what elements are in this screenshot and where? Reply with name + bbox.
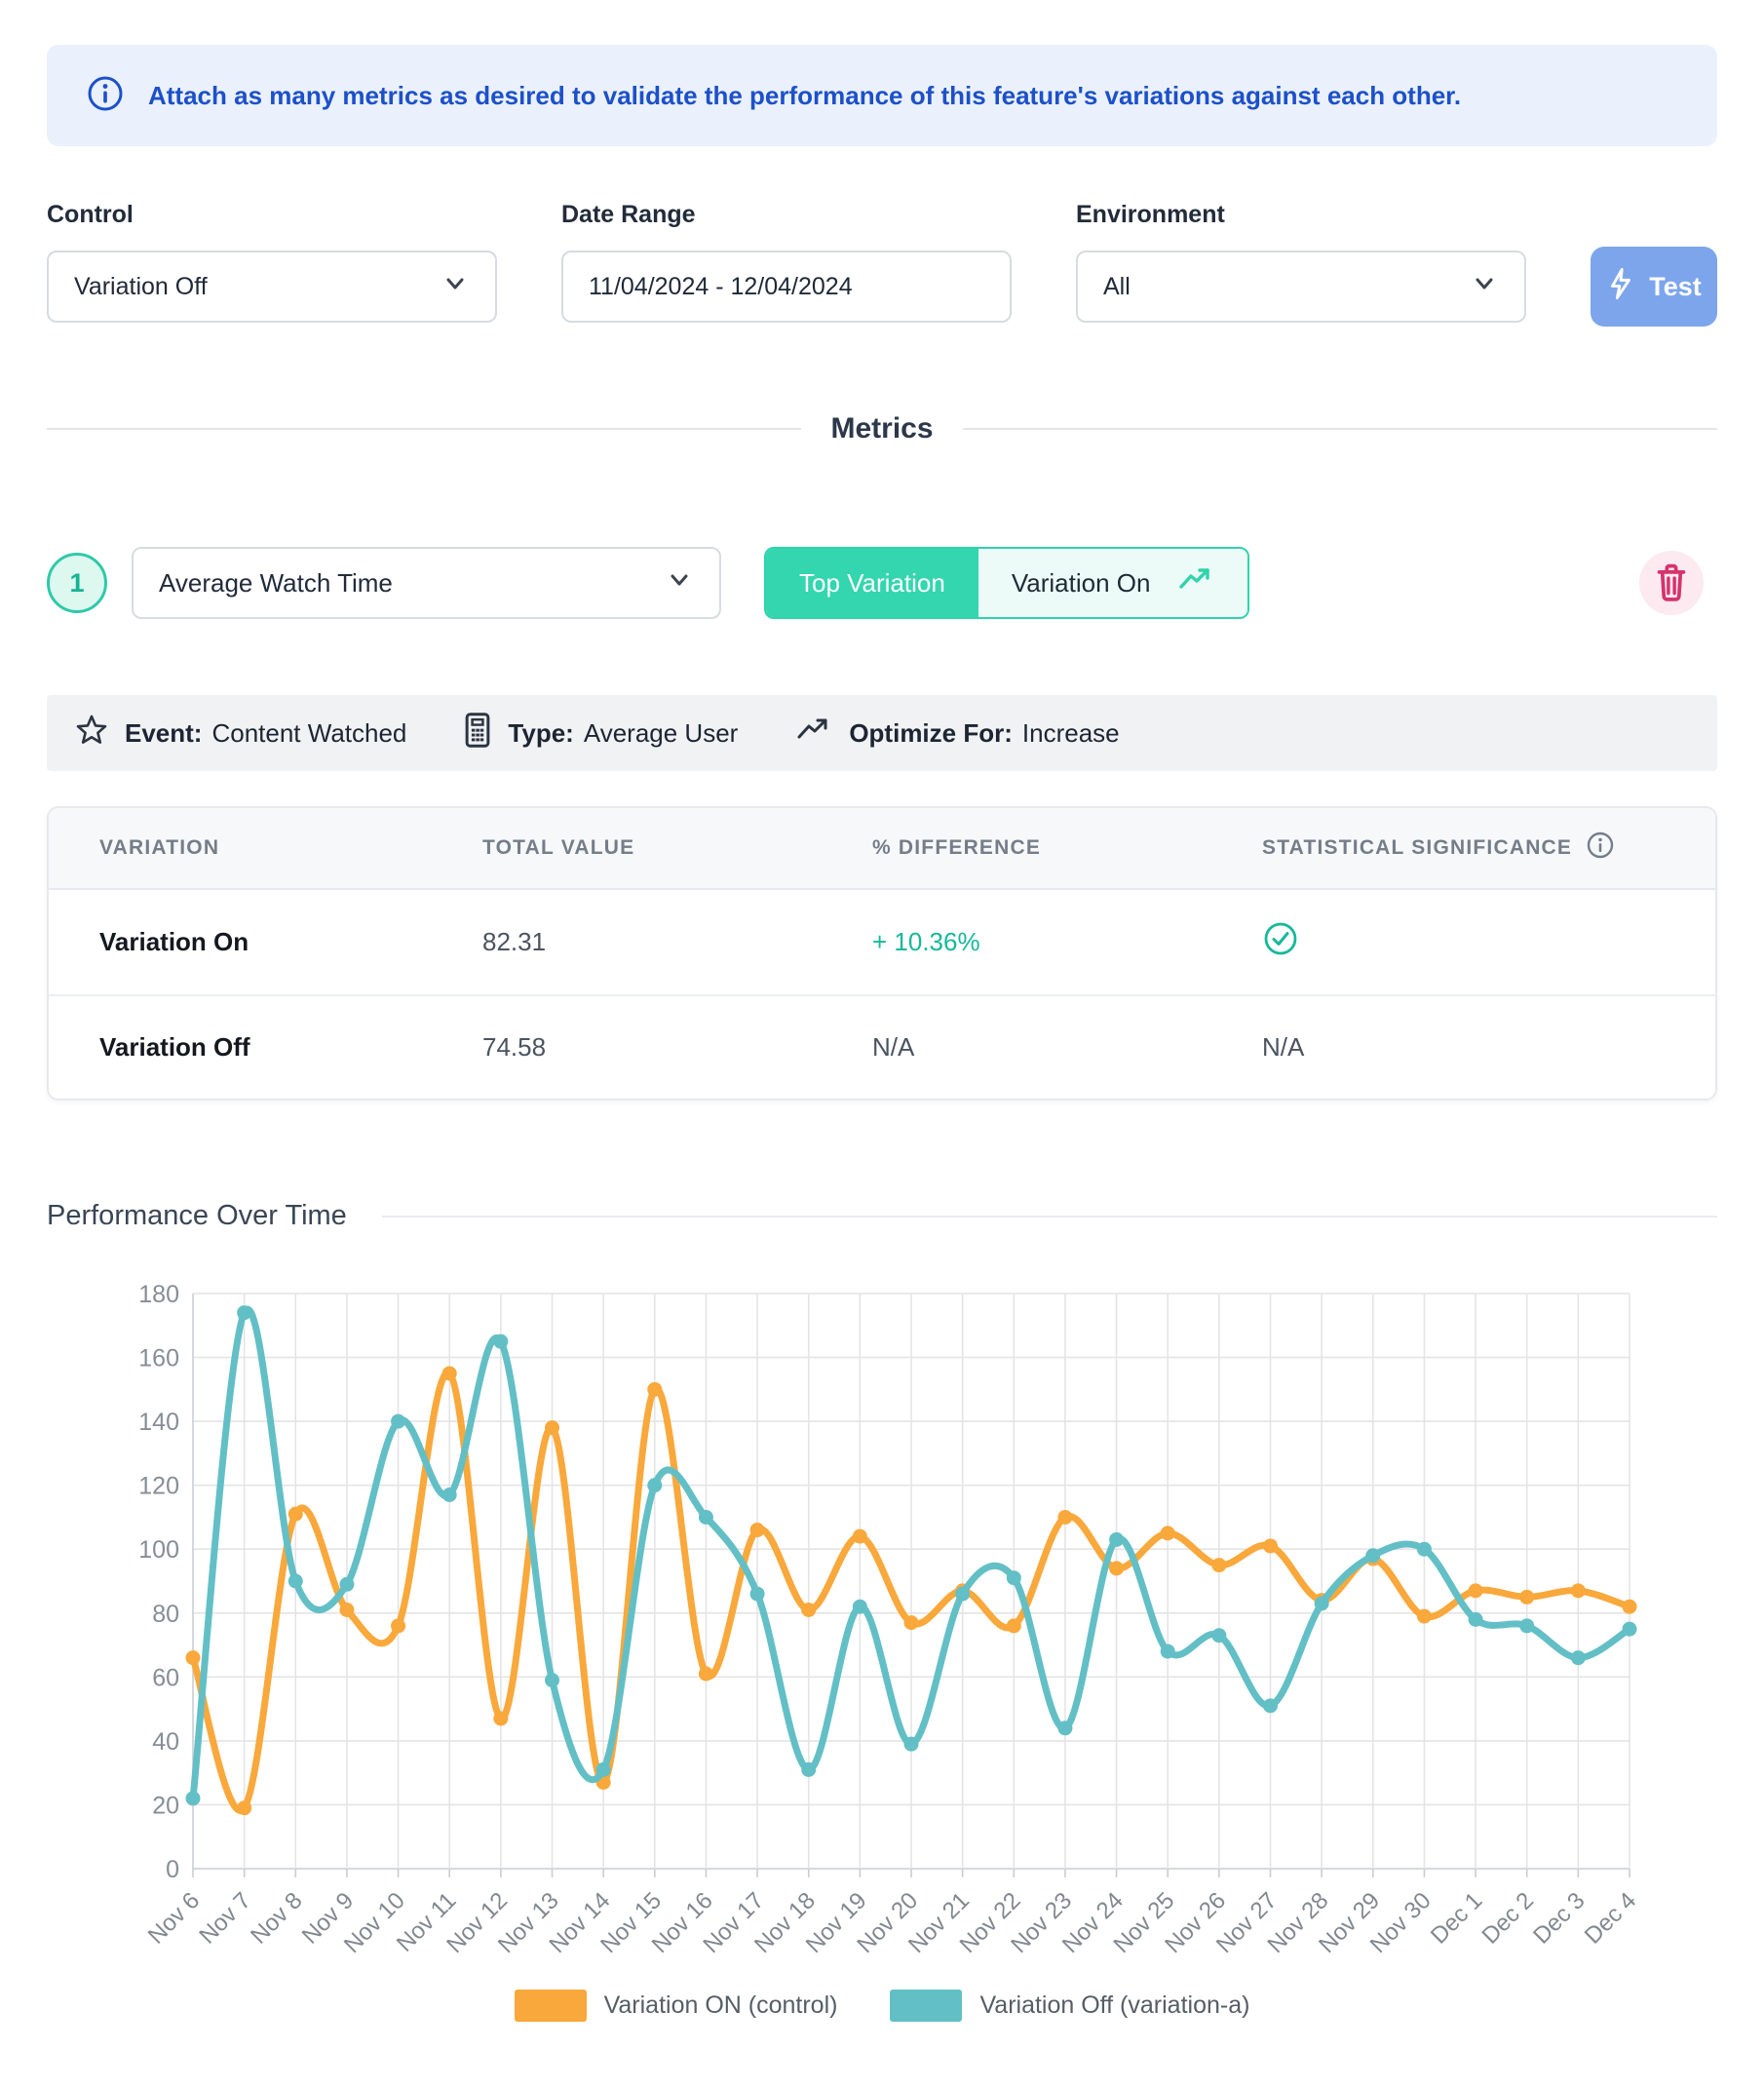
legend-item[interactable]: Variation Off (variation-a) [890, 1990, 1249, 2022]
control-label: Control [47, 201, 497, 229]
chevron-down-icon [1470, 269, 1499, 305]
results-table: Variation Total Value % Difference Stati… [47, 806, 1717, 1101]
test-button-label: Test [1649, 272, 1702, 302]
environment-label: Environment [1076, 201, 1526, 229]
line-chart-canvas: 020406080100120140160180Nov 6Nov 7Nov 8N… [47, 1240, 1717, 1981]
row-variation-name: Variation Off [49, 1032, 432, 1063]
metric-number: 1 [69, 568, 84, 599]
svg-text:40: 40 [152, 1728, 179, 1756]
legend-label: Variation ON (control) [604, 1991, 838, 2020]
trending-up-icon [1177, 565, 1214, 601]
table-row: Variation Off 74.58 N/A N/A [49, 994, 1715, 1099]
row-variation-name: Variation On [49, 927, 432, 957]
control-select[interactable]: Variation Off [47, 251, 497, 323]
info-icon[interactable] [1586, 831, 1615, 866]
chevron-down-icon [665, 565, 694, 601]
row-total-value: 74.58 [432, 1032, 822, 1063]
column-header-significance: Statistical Significance [1211, 831, 1715, 866]
divider-line [47, 428, 801, 430]
performance-divider-line [382, 1216, 1717, 1218]
type-label: Type: [508, 718, 573, 749]
event-label: Event: [125, 718, 202, 749]
svg-text:120: 120 [138, 1473, 179, 1500]
optimize-value: Increase [1022, 718, 1120, 749]
table-header-row: Variation Total Value % Difference Stati… [49, 808, 1715, 890]
svg-text:Dec 3: Dec 3 [1528, 1887, 1590, 1949]
info-icon [86, 74, 125, 118]
banner-text: Attach as many metrics as desired to val… [148, 81, 1461, 111]
svg-text:Nov 7: Nov 7 [194, 1887, 255, 1949]
svg-text:100: 100 [138, 1536, 179, 1564]
svg-text:Nov 6: Nov 6 [143, 1887, 205, 1949]
column-header-variation: Variation [49, 836, 432, 860]
chart-legend: Variation ON (control) Variation Off (var… [47, 1990, 1717, 2022]
control-select-value: Variation Off [74, 273, 441, 301]
column-header-total-value: Total Value [432, 836, 822, 860]
svg-text:20: 20 [152, 1792, 179, 1819]
top-variation-value: Variation On [1012, 568, 1151, 599]
event-value: Content Watched [211, 718, 406, 749]
column-header-significance-label: Statistical Significance [1262, 836, 1572, 860]
date-range-label: Date Range [561, 201, 1012, 229]
environment-select-value: All [1103, 273, 1470, 301]
svg-text:Dec 4: Dec 4 [1580, 1887, 1641, 1949]
filter-row: Control Variation Off Date Range 11/04/2… [47, 201, 1717, 323]
metric-event-bar: Event: Content Watched Type: Average Use… [47, 695, 1717, 771]
svg-text:140: 140 [138, 1409, 179, 1436]
optimize-label: Optimize For: [849, 718, 1013, 749]
svg-text:60: 60 [152, 1664, 179, 1691]
svg-text:Nov 8: Nov 8 [246, 1887, 307, 1949]
performance-chart: 020406080100120140160180Nov 6Nov 7Nov 8N… [47, 1240, 1717, 2022]
metric-number-badge: 1 [47, 553, 107, 613]
metrics-divider: Metrics [47, 412, 1717, 445]
svg-text:180: 180 [138, 1281, 179, 1308]
row-difference: N/A [822, 1032, 1211, 1063]
svg-text:0: 0 [166, 1856, 179, 1883]
chevron-down-icon [441, 269, 470, 305]
type-value: Average User [584, 718, 739, 749]
legend-swatch [515, 1990, 587, 2022]
calculator-icon [463, 712, 492, 755]
info-banner: Attach as many metrics as desired to val… [47, 45, 1717, 146]
svg-text:Dec 2: Dec 2 [1477, 1887, 1539, 1949]
legend-swatch [890, 1990, 962, 2022]
svg-text:80: 80 [152, 1601, 179, 1628]
performance-title: Performance Over Time [47, 1200, 347, 1232]
trash-icon [1653, 561, 1690, 605]
metric-select-value: Average Watch Time [159, 568, 665, 599]
check-circle-icon [1262, 934, 1299, 963]
row-total-value: 82.31 [432, 927, 822, 957]
top-variation-label: Top Variation [766, 549, 978, 617]
metric-select[interactable]: Average Watch Time [132, 547, 721, 619]
trending-up-icon [794, 715, 833, 752]
row-significance: N/A [1211, 1032, 1715, 1063]
svg-text:160: 160 [138, 1345, 179, 1373]
environment-select[interactable]: All [1076, 251, 1526, 323]
divider-line [963, 428, 1717, 430]
delete-metric-button[interactable] [1639, 551, 1704, 615]
bolt-icon [1606, 267, 1635, 307]
column-header-difference: % Difference [822, 836, 1211, 860]
top-variation-badge: Top Variation Variation On [764, 547, 1249, 619]
star-icon [74, 713, 109, 754]
date-range-value: 11/04/2024 - 12/04/2024 [589, 273, 984, 301]
metric-row: 1 Average Watch Time Top Variation Varia… [47, 547, 1717, 619]
row-significance [1211, 920, 1715, 964]
metrics-section-title: Metrics [830, 412, 933, 445]
date-range-input[interactable]: 11/04/2024 - 12/04/2024 [561, 251, 1012, 323]
row-difference: + 10.36% [822, 927, 1211, 957]
table-row: Variation On 82.31 + 10.36% [49, 890, 1715, 994]
test-button[interactable]: Test [1591, 247, 1717, 327]
legend-item[interactable]: Variation ON (control) [515, 1990, 838, 2022]
legend-label: Variation Off (variation-a) [979, 1991, 1249, 2020]
svg-text:Dec 1: Dec 1 [1426, 1887, 1487, 1949]
